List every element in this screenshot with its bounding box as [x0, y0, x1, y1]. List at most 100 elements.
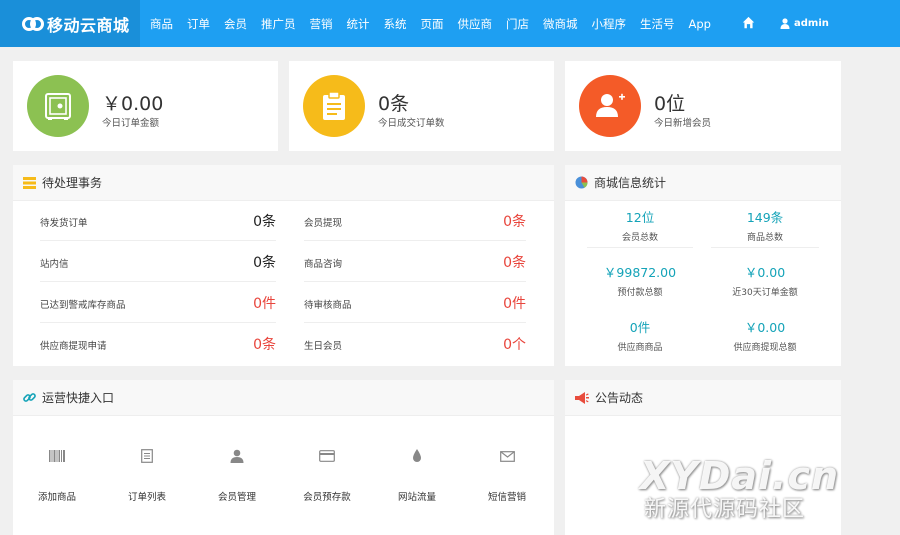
logo[interactable]: 移动云商城: [0, 0, 140, 47]
todo-value: 0条: [253, 255, 276, 271]
todo-item[interactable]: 已达到警戒库存商品 0件: [40, 283, 276, 323]
user-icon: [202, 447, 272, 465]
user-menu[interactable]: admin: [780, 0, 829, 47]
nav-item-pages[interactable]: 页面: [421, 16, 444, 32]
todo-item[interactable]: 商品咨询 0条: [304, 242, 526, 282]
info-label: 会员总数: [621, 233, 658, 243]
todo-item[interactable]: 待发货订单 0条: [40, 201, 276, 241]
panel-title: 公告动态: [595, 391, 644, 405]
quick-entry-label: 添加商品: [37, 492, 76, 503]
todo-label: 生日会员: [304, 341, 343, 352]
info-label: 近30天订单金额: [732, 288, 798, 298]
todo-value: 0条: [503, 214, 526, 230]
nav-item-mini-program[interactable]: 小程序: [592, 16, 627, 32]
info-stat: ￥99872.00 预付款总额: [585, 265, 695, 299]
todo-label: 会员提现: [304, 218, 343, 229]
quick-entry-label: 会员管理: [217, 492, 256, 503]
nav-item-micro-mall[interactable]: 微商城: [543, 16, 578, 32]
todo-value: 0个: [503, 337, 526, 353]
quick-entry-label: 网站流量: [397, 492, 436, 503]
nav-item-orders[interactable]: 订单: [187, 16, 210, 32]
nav-item-app[interactable]: App: [689, 17, 711, 31]
panel-title: 待处理事务: [42, 176, 103, 190]
quick-entry-site-traffic[interactable]: 网站流量: [382, 447, 452, 503]
envelope-icon: [472, 447, 542, 465]
stat-label: 今日成交订单数: [378, 118, 445, 129]
todo-label: 商品咨询: [304, 259, 343, 270]
todo-item[interactable]: 供应商提现申请 0条: [40, 324, 276, 364]
info-stat: 0件 供应商商品: [585, 320, 695, 354]
pie-chart-icon: [575, 176, 588, 189]
quick-entry-sms-marketing[interactable]: 短信营销: [472, 447, 542, 503]
user-icon: [780, 18, 790, 29]
todo-item[interactable]: 生日会员 0个: [304, 324, 526, 364]
todo-value: 0条: [253, 337, 276, 353]
username: admin: [794, 18, 829, 29]
nav-item-marketing[interactable]: 营销: [310, 16, 333, 32]
quick-entry-label: 订单列表: [127, 492, 166, 503]
logo-icon: [22, 16, 44, 31]
info-value: 12位: [625, 210, 655, 225]
barcode-icon: [22, 447, 92, 465]
todo-label: 待发货订单: [40, 218, 88, 229]
quick-entry-member-deposit[interactable]: 会员预存款: [292, 447, 362, 503]
divider: [587, 247, 693, 248]
nav-item-promoters[interactable]: 推广员: [261, 16, 296, 32]
panel-header: 商城信息统计: [565, 165, 841, 201]
clipboard-icon: [303, 75, 365, 137]
watermark-line1: XYDai.cn: [640, 454, 840, 498]
todo-label: 已达到警戒库存商品: [40, 300, 126, 311]
info-value: ￥0.00: [744, 320, 786, 335]
panel-header: 待处理事务: [13, 165, 554, 201]
info-stat: 12位 会员总数: [585, 210, 695, 244]
todo-item[interactable]: 站内信 0条: [40, 242, 276, 282]
watermark-line2: 新源代源码社区: [644, 497, 806, 522]
nav-item-system[interactable]: 系统: [384, 16, 407, 32]
nav-item-stores[interactable]: 门店: [506, 16, 529, 32]
info-stat: 149条 商品总数: [710, 210, 820, 244]
divider: [711, 247, 819, 248]
panel-title: 商城信息统计: [594, 176, 667, 190]
safe-icon: [27, 75, 89, 137]
document-icon: [112, 447, 182, 465]
pending-tasks-panel: 待处理事务 待发货订单 0条 会员提现 0条 站内信 0条 商品咨询 0条 已达…: [13, 165, 554, 366]
list-icon: [23, 176, 36, 189]
stat-value: ￥0.00: [102, 93, 164, 115]
info-label: 供应商商品: [617, 343, 663, 353]
nav-item-members[interactable]: 会员: [224, 16, 247, 32]
megaphone-icon: [575, 391, 589, 404]
info-label: 供应商提现总额: [733, 343, 797, 353]
watermark: XYDai.cn 新源代源码社区: [640, 455, 900, 523]
droplet-icon: [382, 447, 452, 465]
info-stat: ￥0.00 近30天订单金额: [710, 265, 820, 299]
quick-entry-order-list[interactable]: 订单列表: [112, 447, 182, 503]
todo-value: 0条: [503, 255, 526, 271]
mall-info-panel: 商城信息统计 12位 会员总数 149条 商品总数 ￥99872.00 预付款总…: [565, 165, 841, 366]
info-value: 149条: [746, 210, 784, 225]
nav-item-statistics[interactable]: 统计: [347, 16, 370, 32]
info-value: ￥0.00: [744, 265, 786, 280]
info-stat: ￥0.00 供应商提现总额: [710, 320, 820, 354]
logo-text: 移动云商城: [47, 15, 130, 35]
info-label: 预付款总额: [617, 288, 663, 298]
main-nav: 商品 订单 会员 推广员 营销 统计 系统 页面 供应商 门店 微商城 小程序 …: [150, 0, 725, 47]
home-icon[interactable]: [742, 16, 755, 29]
nav-item-suppliers[interactable]: 供应商: [458, 16, 493, 32]
add-user-icon: [579, 75, 641, 137]
todo-item[interactable]: 待审核商品 0件: [304, 283, 526, 323]
quick-entry-add-goods[interactable]: 添加商品: [22, 447, 92, 503]
nav-item-life-account[interactable]: 生活号: [640, 16, 675, 32]
todo-item[interactable]: 会员提现 0条: [304, 201, 526, 241]
info-value: 0件: [629, 320, 651, 335]
stat-label: 今日订单金额: [102, 118, 160, 129]
quick-entry-label: 会员预存款: [303, 492, 351, 503]
stat-label: 今日新增会员: [654, 118, 712, 129]
stat-card-order-count: 0条 今日成交订单数: [289, 61, 554, 151]
todo-label: 站内信: [40, 259, 69, 270]
panel-title: 运营快捷入口: [42, 391, 115, 405]
todo-value: 0条: [253, 214, 276, 230]
stat-value: 0位: [654, 93, 686, 115]
quick-entry-member-management[interactable]: 会员管理: [202, 447, 272, 503]
nav-item-goods[interactable]: 商品: [150, 16, 173, 32]
top-navbar: 移动云商城 商品 订单 会员 推广员 营销 统计 系统 页面 供应商 门店 微商…: [0, 0, 900, 47]
